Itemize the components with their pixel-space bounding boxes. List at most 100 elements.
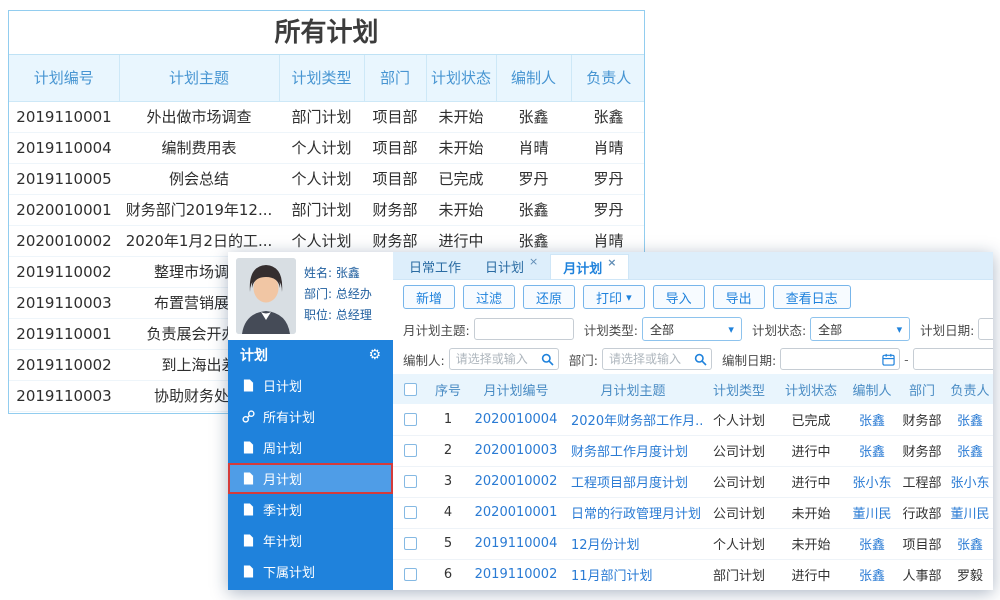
column-header: 编制人 bbox=[847, 374, 897, 404]
plan-id-link[interactable]: 2019110004 bbox=[475, 536, 558, 551]
compiler-link[interactable]: 张鑫 bbox=[859, 414, 885, 429]
column-header: 负责人 bbox=[571, 55, 644, 102]
compiler-link[interactable]: 董川民 bbox=[852, 507, 891, 522]
leader-link[interactable]: 张鑫 bbox=[957, 445, 983, 460]
compiler-cell: 张鑫 bbox=[847, 528, 897, 560]
gear-icon[interactable]: ⚙ bbox=[368, 347, 381, 363]
sidebar-item[interactable]: 日计划 bbox=[228, 370, 393, 401]
table-cell: 部门计划 bbox=[279, 194, 364, 226]
row-checkbox[interactable] bbox=[403, 537, 417, 550]
row-checkbox[interactable] bbox=[403, 475, 417, 488]
sidebar-item-label: 下属计划 bbox=[263, 566, 316, 581]
leader-link[interactable]: 张鑫 bbox=[957, 538, 983, 553]
toolbar-button[interactable]: 过滤 bbox=[463, 285, 516, 309]
checkbox-cell bbox=[393, 559, 427, 590]
compile-date-end-input[interactable] bbox=[912, 348, 993, 370]
toolbar-button[interactable]: 导出 bbox=[712, 285, 765, 309]
tab[interactable]: 日常工作 bbox=[397, 254, 473, 279]
plan-status-cell: 进行中 bbox=[775, 435, 847, 467]
plan-id-cell: 2019110004 bbox=[469, 528, 563, 560]
toolbar-button[interactable]: 打印 ▾ bbox=[583, 285, 645, 309]
search-icon[interactable] bbox=[694, 353, 707, 366]
row-number-cell: 1 bbox=[427, 404, 469, 436]
row-checkbox[interactable] bbox=[403, 506, 417, 519]
plan-id-link[interactable]: 2020010003 bbox=[475, 443, 558, 458]
close-icon[interactable]: × bbox=[607, 257, 616, 268]
subject-input[interactable] bbox=[473, 318, 574, 340]
type-dropdown[interactable]: 全部 ▾ bbox=[641, 317, 742, 341]
calendar-icon[interactable] bbox=[882, 353, 895, 366]
filter-compiler-group: 编制人: bbox=[403, 348, 559, 370]
tab-label: 日常工作 bbox=[409, 261, 462, 276]
plan-subject-link[interactable]: 2020年财务部工作月... bbox=[571, 414, 703, 429]
sidebar-item[interactable]: 季计划 bbox=[228, 494, 393, 525]
search-icon[interactable] bbox=[541, 353, 554, 366]
row-number-cell: 5 bbox=[427, 528, 469, 560]
checkbox-cell bbox=[393, 497, 427, 529]
plan-date-input[interactable] bbox=[978, 318, 993, 340]
toolbar-button[interactable]: 导入 bbox=[652, 285, 705, 309]
tab[interactable]: 月计划 × bbox=[550, 254, 630, 279]
plan-id-link[interactable]: 2020010004 bbox=[475, 412, 558, 427]
plan-subject-link[interactable]: 日常的行政管理月计划 bbox=[571, 507, 701, 522]
select-all-checkbox[interactable] bbox=[403, 382, 417, 396]
leader-link[interactable]: 张小东 bbox=[950, 476, 989, 491]
plan-grid: 序号 月计划编号 月计划主题 计划类型 计划状态 编制人 部门 负责人 1 2020010004… bbox=[393, 374, 993, 590]
table-cell: 项目部 bbox=[364, 101, 426, 133]
table-cell: 罗丹 bbox=[571, 163, 644, 195]
plan-id-link[interactable]: 2019110002 bbox=[475, 567, 558, 582]
toolbar-button[interactable]: 查看日志 bbox=[772, 285, 851, 309]
sidebar-title: 计划 bbox=[240, 348, 268, 364]
compiler-cell: 张鑫 bbox=[847, 404, 897, 436]
compiler-link[interactable]: 张鑫 bbox=[859, 538, 885, 553]
compiler-link[interactable]: 张鑫 bbox=[859, 569, 885, 584]
compiler-link[interactable]: 张小东 bbox=[852, 476, 891, 491]
table-row: 2019110005 例会总结 个人计划 项目部 已完成 罗丹 罗丹 bbox=[9, 163, 644, 195]
sidebar-item[interactable]: 下属计划 bbox=[228, 556, 393, 587]
plan-id-link[interactable]: 2020010002 bbox=[475, 474, 558, 489]
toolbar-button[interactable]: 还原 bbox=[523, 285, 576, 309]
row-checkbox[interactable] bbox=[403, 444, 417, 457]
table-row: 5 2019110004 12月份计划 个人计划 未开始 张鑫 项目部 张鑫 bbox=[393, 528, 993, 560]
toolbar: 新增 过滤 还原 打印 ▾ 导入 导出 查看日志 bbox=[393, 280, 993, 314]
profile-position: 职位: 总经理 bbox=[304, 308, 372, 322]
close-icon[interactable]: × bbox=[529, 256, 538, 267]
monthly-plan-table: 序号 月计划编号 月计划主题 计划类型 计划状态 编制人 部门 负责人 1 2020010004… bbox=[393, 374, 993, 590]
sidebar-item[interactable]: 周计划 bbox=[228, 432, 393, 463]
tab[interactable]: 日计划 × bbox=[473, 254, 550, 279]
date-range-separator: - bbox=[904, 351, 909, 367]
column-header: 部门 bbox=[897, 374, 947, 404]
table-row: 2019110001 外出做市场调查 部门计划 项目部 未开始 张鑫 张鑫 bbox=[9, 101, 644, 133]
filter-type-group: 计划类型: 全部 ▾ bbox=[584, 317, 742, 341]
table-cell: 肖晴 bbox=[571, 132, 644, 164]
plan-subject-link[interactable]: 工程项目部月度计划 bbox=[571, 476, 688, 491]
plan-subject-cell: 12月份计划 bbox=[563, 528, 703, 560]
filter-compiler-label: 编制人: bbox=[403, 352, 445, 368]
dept-cell: 项目部 bbox=[897, 528, 947, 560]
status-dropdown[interactable]: 全部 ▾ bbox=[810, 317, 911, 341]
leader-link[interactable]: 张鑫 bbox=[957, 414, 983, 429]
table-cell: 未开始 bbox=[426, 132, 496, 164]
plan-subject-link[interactable]: 财务部工作月度计划 bbox=[571, 445, 688, 460]
column-header: 计划编号 bbox=[9, 55, 120, 102]
toolbar-button[interactable]: 新增 bbox=[403, 285, 456, 309]
plan-id-link[interactable]: 2020010001 bbox=[475, 505, 558, 520]
sidebar-item[interactable]: 月计划 bbox=[228, 463, 393, 494]
sidebar-item[interactable]: 所有计划 bbox=[228, 401, 393, 432]
compiler-cell: 张鑫 bbox=[847, 559, 897, 590]
plan-status-cell: 未开始 bbox=[775, 497, 847, 529]
row-checkbox[interactable] bbox=[403, 412, 417, 426]
table-cell: 罗丹 bbox=[571, 194, 644, 226]
leader-link[interactable]: 董川民 bbox=[950, 507, 989, 522]
compiler-link[interactable]: 张鑫 bbox=[859, 445, 885, 460]
filter-row-2: 编制人: 部门: bbox=[393, 344, 993, 374]
sidebar-item[interactable]: 年计划 bbox=[228, 525, 393, 556]
table-cell: 项目部 bbox=[364, 163, 426, 195]
dept-cell: 人事部 bbox=[897, 559, 947, 590]
table-cell: 财务部门2019年12... bbox=[119, 194, 279, 226]
plan-subject-link[interactable]: 11月部门计划 bbox=[571, 569, 653, 584]
table-cell: 部门计划 bbox=[279, 101, 364, 133]
row-checkbox[interactable] bbox=[403, 568, 417, 581]
plan-status-cell: 已完成 bbox=[775, 404, 847, 436]
plan-subject-link[interactable]: 12月份计划 bbox=[571, 538, 640, 553]
